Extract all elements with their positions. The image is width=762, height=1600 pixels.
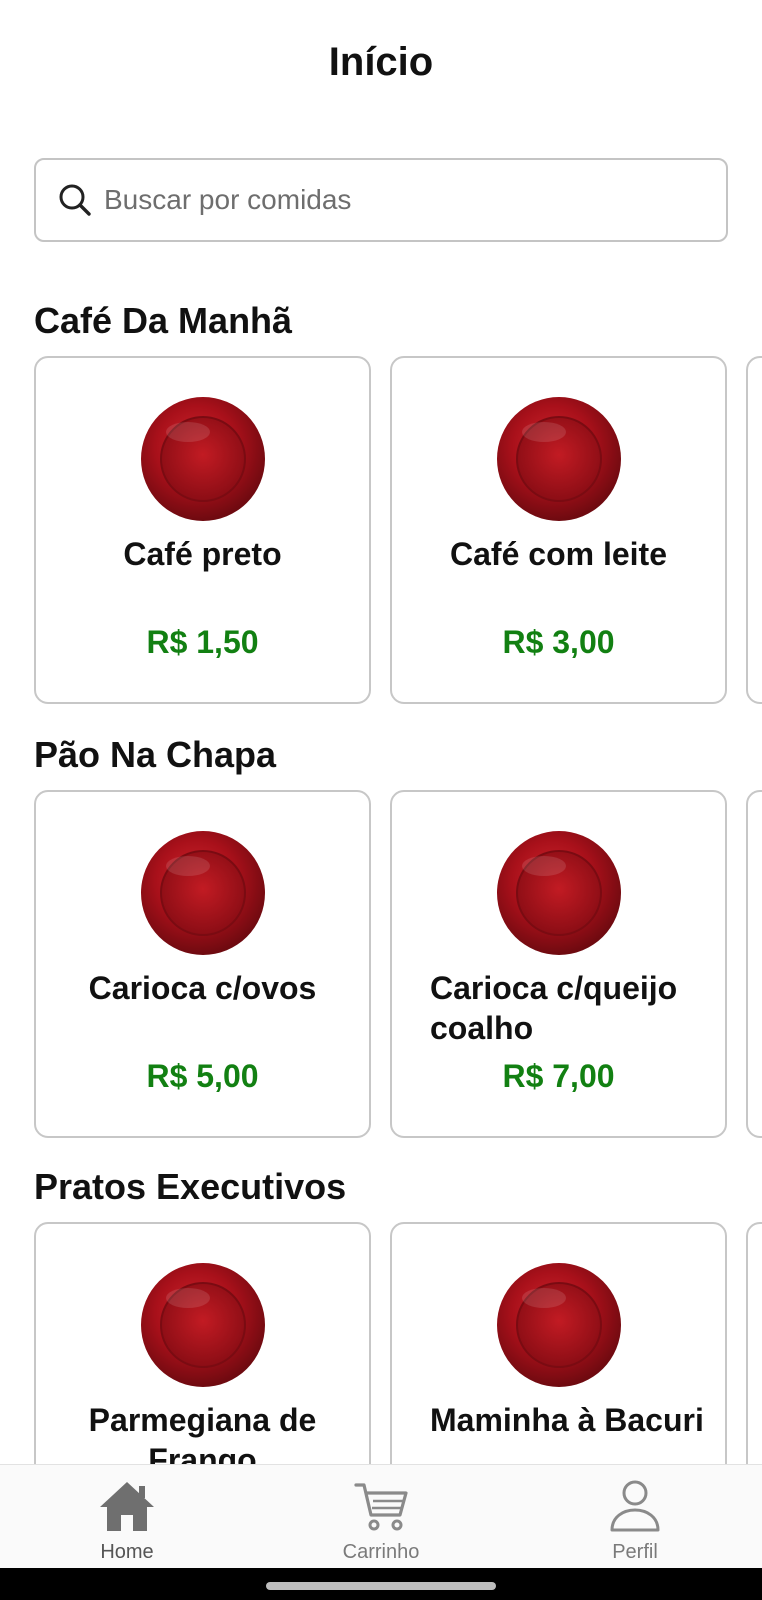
nav-item-profile[interactable]: Perfil <box>555 1465 715 1569</box>
plate-image <box>496 831 621 955</box>
food-price: R$ 7,00 <box>502 1058 615 1094</box>
food-card[interactable]: Café com leite R$ 3,00 <box>390 356 727 704</box>
search-icon <box>56 181 94 219</box>
plate-image <box>140 831 265 955</box>
food-name: Café com leite <box>450 536 667 572</box>
nav-label: Home <box>100 1541 154 1563</box>
food-name: Carioca c/ovos <box>88 970 317 1006</box>
page-title: Início <box>328 40 434 84</box>
food-card-partial[interactable] <box>746 356 762 704</box>
home-icon <box>100 1482 154 1531</box>
food-card[interactable]: Carioca c/queijo coalho R$ 7,00 <box>390 790 727 1138</box>
bottom-navigation: Home Carrinho Perfil <box>0 1464 762 1568</box>
search-input[interactable] <box>104 184 664 216</box>
plate-image <box>496 1263 621 1387</box>
plate-image <box>140 397 265 521</box>
food-name: Maminha à Bacuri <box>430 1402 704 1438</box>
nav-item-home[interactable]: Home <box>47 1465 207 1569</box>
plate-image <box>140 1263 265 1387</box>
food-card[interactable]: Carioca c/ovos R$ 5,00 <box>34 790 371 1138</box>
nav-item-cart[interactable]: Carrinho <box>301 1465 461 1569</box>
food-name: Café preto <box>123 536 282 572</box>
section-title-pao-na-chapa: Pão Na Chapa <box>34 734 277 775</box>
food-price: R$ 3,00 <box>502 624 615 660</box>
food-card-partial[interactable] <box>746 790 762 1138</box>
section-title-cafe-da-manha: Café Da Manhã <box>34 300 293 341</box>
food-price: R$ 1,50 <box>146 624 259 660</box>
nav-label: Carrinho <box>342 1541 420 1563</box>
food-carousel-cafe-da-manha[interactable]: Café preto R$ 1,50 Café com leite R$ 3,0… <box>34 356 762 704</box>
plate-image <box>496 397 621 521</box>
gesture-handle[interactable] <box>266 1582 496 1590</box>
home-screen: Início Café Da Manhã Café preto R$ 1,50 <box>0 0 762 1600</box>
food-card[interactable]: Café preto R$ 1,50 <box>34 356 371 704</box>
nav-label: Perfil <box>612 1541 658 1563</box>
cart-icon <box>354 1483 408 1531</box>
section-title-pratos-executivos: Pratos Executivos <box>34 1166 347 1207</box>
user-icon <box>610 1480 660 1532</box>
food-carousel-pao-na-chapa[interactable]: Carioca c/ovos R$ 5,00 Carioca c/queijo … <box>34 790 762 1138</box>
system-navigation-bar <box>0 1568 762 1600</box>
food-price: R$ 5,00 <box>146 1058 259 1094</box>
search-bar[interactable] <box>34 158 728 242</box>
food-name: Carioca c/queijo coalho <box>430 970 678 1046</box>
